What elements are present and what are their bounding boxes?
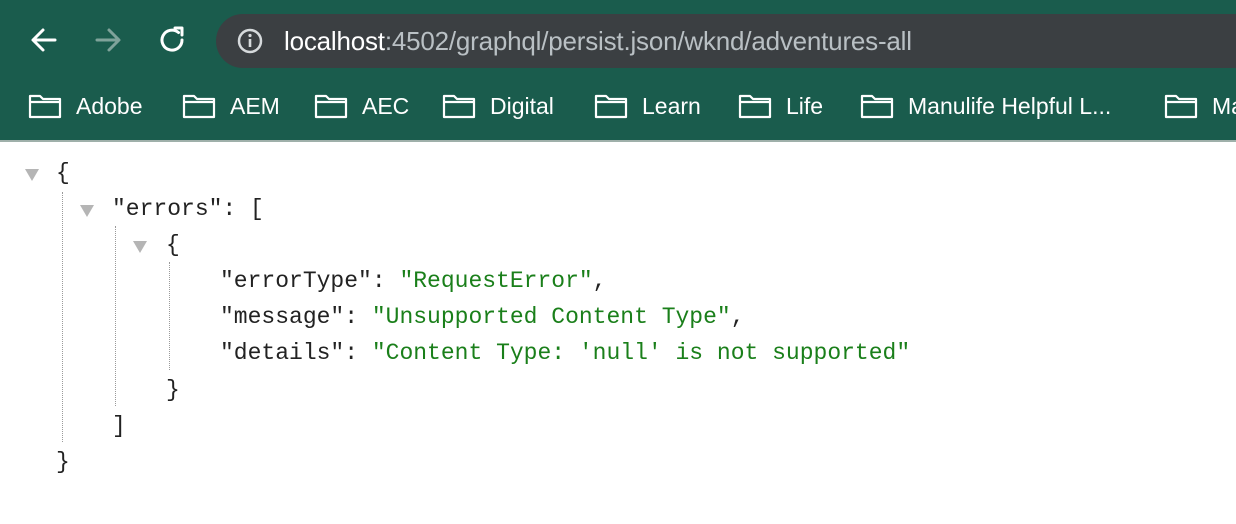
bookmarks-bar: Adobe AEM AEC Digital Learn Life Manulif…: [0, 86, 1236, 126]
folder-icon: [594, 94, 628, 119]
address-bar[interactable]: localhost:4502/graphql/persist.json/wknd…: [216, 14, 1236, 68]
json-string-value: "RequestError": [399, 268, 593, 294]
folder-icon: [182, 94, 216, 119]
json-message-line: "message": "Unsupported Content Type",: [220, 302, 745, 332]
bookmark-learn[interactable]: Learn: [594, 86, 701, 126]
json-inner-open: {: [166, 232, 180, 258]
forward-arrow-icon: [95, 28, 121, 52]
bookmark-label: Ma: [1212, 92, 1236, 119]
bookmark-label: Learn: [642, 92, 701, 119]
info-icon[interactable]: [236, 27, 264, 55]
indent-guide: [115, 226, 116, 406]
reload-icon: [160, 26, 184, 52]
json-string-value: "Unsupported Content Type": [371, 304, 731, 330]
back-button[interactable]: [26, 22, 62, 58]
json-key: "errors": [112, 196, 223, 222]
bookmark-label: Manulife Helpful L...: [908, 92, 1112, 119]
bookmark-label: Digital: [490, 92, 554, 119]
folder-icon: [1164, 94, 1198, 119]
collapse-triangle-icon[interactable]: [25, 169, 39, 181]
json-errors-line: "errors": [: [112, 194, 264, 224]
bookmark-ma[interactable]: Ma: [1164, 86, 1236, 126]
bookmark-label: AEM: [230, 92, 280, 119]
json-punct: ,: [730, 304, 745, 330]
back-arrow-icon: [31, 28, 57, 52]
folder-icon: [28, 94, 62, 119]
json-punct: ,: [592, 268, 607, 294]
json-key: "errorType": [220, 268, 372, 294]
forward-button[interactable]: [90, 22, 126, 58]
json-punct: : [: [222, 196, 264, 222]
bookmark-manulife[interactable]: Manulife Helpful L...: [860, 86, 1111, 126]
json-key: "details": [220, 340, 345, 366]
json-viewer: { "errors": [ { "errorType": "RequestErr…: [0, 150, 1236, 524]
json-inner-close: }: [166, 377, 180, 403]
indent-guide: [169, 262, 170, 370]
url-host: localhost: [284, 26, 385, 56]
folder-icon: [860, 94, 894, 119]
json-punct: :: [344, 304, 372, 330]
json-open-brace: {: [56, 160, 70, 186]
bookmark-life[interactable]: Life: [738, 86, 823, 126]
bookmark-label: Adobe: [76, 92, 143, 119]
json-punct: :: [344, 340, 372, 366]
reload-button[interactable]: [154, 22, 190, 58]
collapse-triangle-icon[interactable]: [133, 241, 147, 253]
json-string-value: "Content Type: 'null' is not supported": [371, 340, 911, 366]
json-details-line: "details": "Content Type: 'null' is not …: [220, 338, 910, 368]
folder-icon: [442, 94, 476, 119]
browser-toolbar: localhost:4502/graphql/persist.json/wknd…: [0, 0, 1236, 142]
bookmark-aem[interactable]: AEM: [182, 86, 280, 126]
bookmark-adobe[interactable]: Adobe: [28, 86, 143, 126]
collapse-triangle-icon[interactable]: [80, 205, 94, 217]
bookmark-label: AEC: [362, 92, 410, 119]
folder-icon: [738, 94, 772, 119]
json-punct: :: [371, 268, 400, 294]
folder-icon: [314, 94, 348, 119]
json-array-close: ]: [112, 413, 126, 439]
indent-guide: [62, 192, 63, 442]
bookmark-aec[interactable]: AEC: [314, 86, 409, 126]
url-path: :4502/graphql/persist.json/wknd/adventur…: [384, 26, 912, 56]
json-close-brace: }: [56, 449, 70, 475]
bookmark-digital[interactable]: Digital: [442, 86, 554, 126]
toolbar-divider: [0, 140, 1236, 142]
json-errortype-line: "errorType": "RequestError",: [220, 266, 606, 296]
json-key: "message": [220, 304, 345, 330]
url-text[interactable]: localhost:4502/graphql/persist.json/wknd…: [284, 26, 912, 56]
bookmark-label: Life: [786, 92, 824, 119]
